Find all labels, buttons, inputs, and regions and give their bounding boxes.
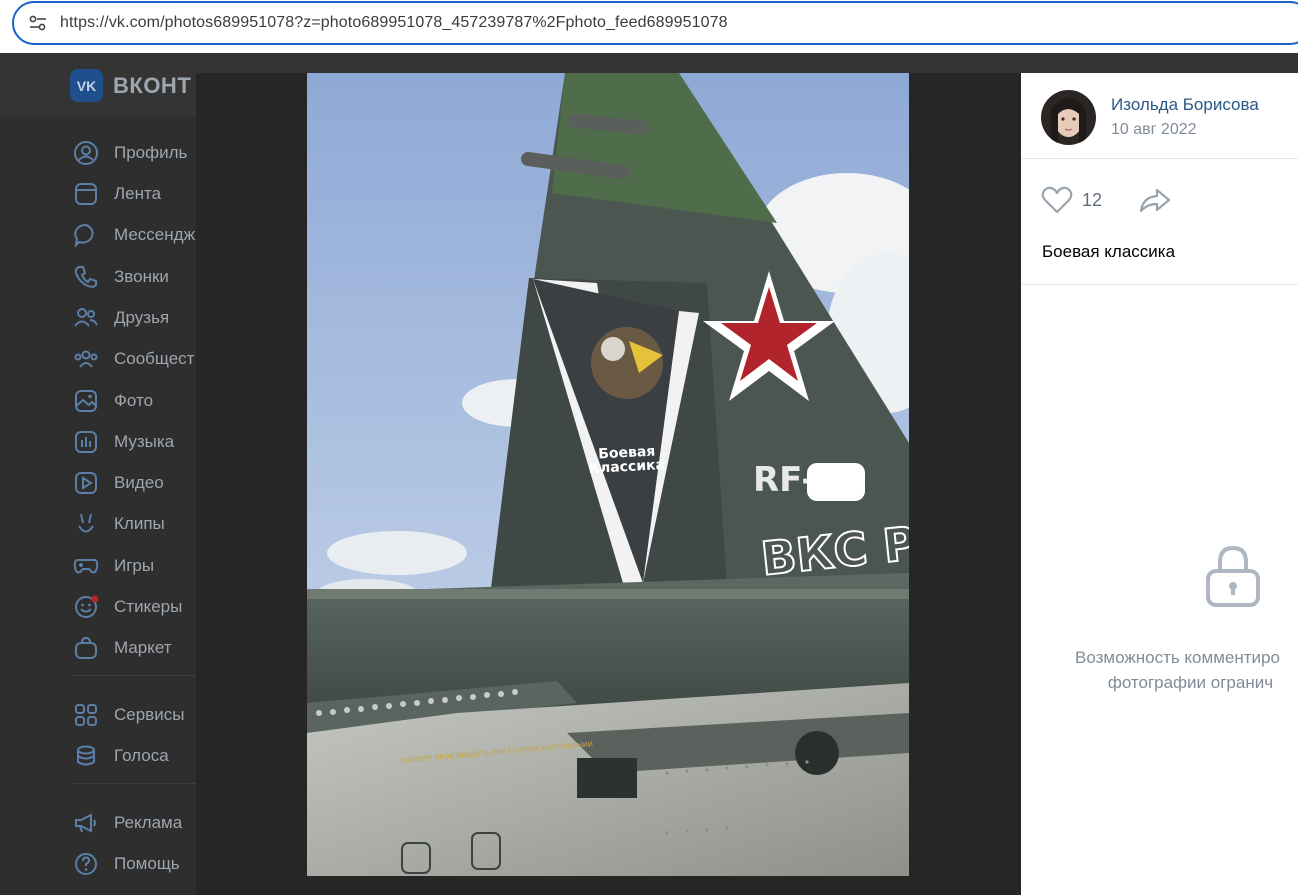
- nav-item-messenger[interactable]: Мессендж: [72, 221, 195, 249]
- nav-item-video[interactable]: Видео: [72, 469, 164, 497]
- vk-logo[interactable]: VK ВКОНТ: [70, 69, 191, 102]
- nav-item-market[interactable]: Маркет: [72, 634, 172, 662]
- nav-label: Игры: [114, 556, 155, 575]
- url-text[interactable]: https://vk.com/photos689951078?z=photo68…: [60, 14, 728, 32]
- lock-icon: [1206, 545, 1260, 607]
- post-date[interactable]: 10 авг 2022: [1111, 121, 1197, 139]
- video-icon: [72, 469, 100, 497]
- nav-label: Фото: [114, 391, 154, 410]
- site-settings-icon[interactable]: [26, 11, 50, 35]
- nav-item-ads[interactable]: Реклама: [72, 809, 182, 837]
- nav-label: Лента: [114, 184, 162, 203]
- nav-item-calls[interactable]: Звонки: [72, 263, 169, 291]
- photo-actions: 12: [1041, 185, 1172, 215]
- calls-icon: [72, 263, 100, 291]
- vk-logo-text: ВКОНТ: [113, 72, 192, 98]
- photo-viewer: Боевая Классика RF- ВКС РОСС ОСМОТР ПРОИ…: [196, 73, 1298, 895]
- author-name-link[interactable]: Изольда Борисова: [1111, 95, 1259, 115]
- music-icon: [72, 428, 100, 456]
- nav-item-communities[interactable]: Сообщест: [72, 345, 194, 373]
- market-icon: [72, 634, 100, 662]
- messenger-icon: [72, 221, 100, 249]
- share-icon[interactable]: [1138, 186, 1172, 214]
- comments-restricted-note: Возможность комментиро фотографии ограни…: [1075, 645, 1280, 695]
- votes-icon: [72, 742, 100, 770]
- services-icon: [72, 701, 100, 729]
- nav-item-photo[interactable]: Фото: [72, 387, 153, 415]
- photo-caption: Боевая классика: [1042, 242, 1176, 261]
- help-icon: [72, 850, 100, 878]
- comments-note-line: фотографии огранич: [1107, 673, 1274, 692]
- nav-label: Видео: [114, 473, 164, 492]
- browser-toolbar: https://vk.com/photos689951078?z=photo68…: [0, 0, 1298, 53]
- nav-item-services[interactable]: Сервисы: [72, 701, 184, 729]
- address-bar[interactable]: https://vk.com/photos689951078?z=photo68…: [12, 1, 1298, 45]
- nav-label: Профиль: [114, 143, 188, 162]
- games-icon: [72, 552, 100, 580]
- nav-item-friends[interactable]: Друзья: [72, 304, 169, 332]
- nav-label: Клипы: [114, 514, 165, 533]
- comments-note-line: Возможность комментиро: [1075, 648, 1280, 667]
- nav-item-feed[interactable]: Лента: [72, 180, 161, 208]
- nav-item-clips[interactable]: Клипы: [72, 510, 165, 538]
- nav-item-votes[interactable]: Голоса: [72, 742, 169, 770]
- nav-label: Мессендж: [114, 225, 195, 244]
- feed-icon: [72, 180, 100, 208]
- vk-logo-icon: VK: [70, 69, 103, 102]
- like-heart-icon[interactable]: [1041, 186, 1073, 214]
- nav-label: Звонки: [114, 267, 169, 286]
- nav-label: Друзья: [114, 308, 170, 327]
- nav-label: Сервисы: [114, 705, 185, 724]
- nav-label: Стикеры: [114, 597, 183, 616]
- stickers-icon: [72, 593, 100, 621]
- avatar[interactable]: [1041, 90, 1096, 145]
- caption-divider: [1021, 284, 1298, 285]
- photo-side-panel: Изольда Борисова 10 авг 2022 12 Боевая к…: [1021, 73, 1298, 895]
- like-count: 12: [1082, 189, 1103, 210]
- nav-item-profile[interactable]: Профиль: [72, 139, 187, 167]
- clips-icon: [72, 510, 100, 538]
- nav-label: Помощь: [114, 854, 180, 873]
- friends-icon: [72, 304, 100, 332]
- photo-image[interactable]: Боевая Классика RF- ВКС РОСС ОСМОТР ПРОИ…: [307, 73, 909, 876]
- profile-icon: [72, 139, 100, 167]
- nav-label: Реклама: [114, 813, 183, 832]
- ads-icon: [72, 809, 100, 837]
- nav-item-games[interactable]: Игры: [72, 552, 154, 580]
- nav-label: Сообщест: [114, 349, 195, 368]
- photo-icon: [72, 387, 100, 415]
- nav-item-stickers[interactable]: Стикеры: [72, 593, 182, 621]
- nav-label: Маркет: [114, 638, 172, 657]
- nav-item-help[interactable]: Помощь: [72, 850, 180, 878]
- author-row: Изольда Борисова 10 авг 2022: [1021, 73, 1298, 159]
- nav-label: Музыка: [114, 432, 175, 451]
- svg-text:RF-: RF-: [753, 460, 815, 500]
- nav-item-music[interactable]: Музыка: [72, 428, 174, 456]
- nav-label: Голоса: [114, 746, 169, 765]
- communities-icon: [72, 345, 100, 373]
